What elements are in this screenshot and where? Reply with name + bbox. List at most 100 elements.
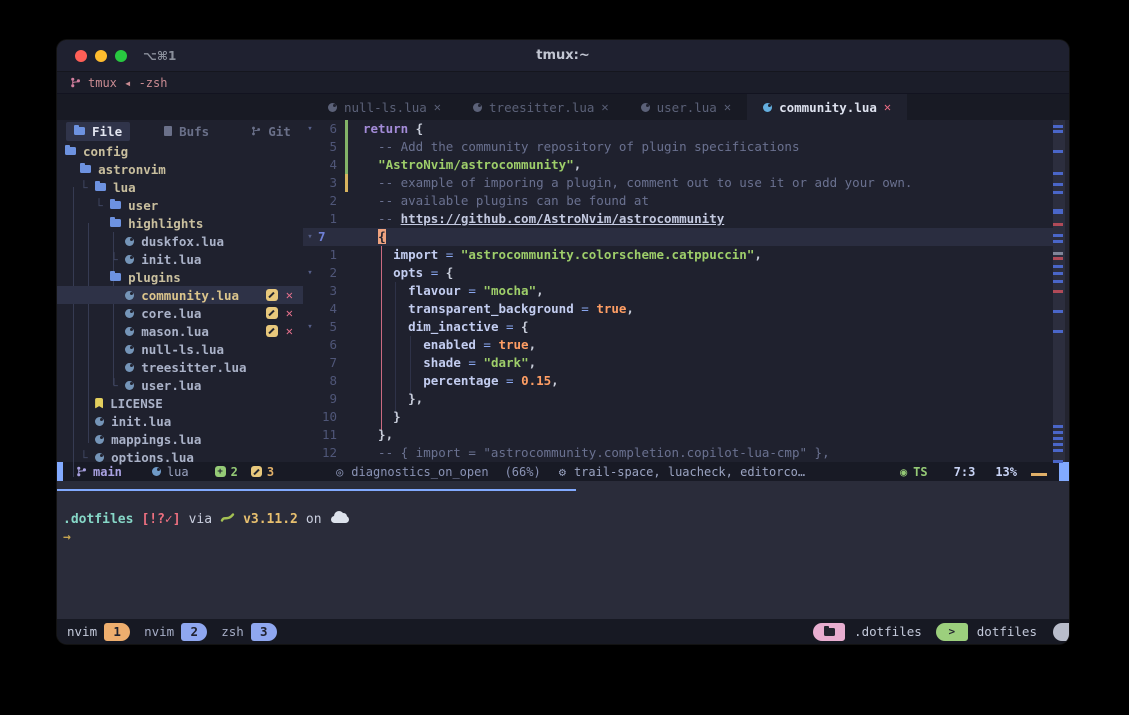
tree-item-label: options.lua <box>111 450 194 465</box>
tree-row[interactable]: mason.lua✕ <box>57 322 303 340</box>
code-line[interactable]: 3 flavour = "mocha", <box>303 282 1053 300</box>
token-u: https://github.com/AstroNvim/astrocommun… <box>401 211 725 226</box>
close-buffer-icon[interactable]: ✕ <box>434 100 441 114</box>
tmux-window-tab[interactable]: nvim1 <box>67 623 130 641</box>
sign-column <box>343 426 353 444</box>
tree-guide-prefix: └ <box>65 450 95 465</box>
code-line[interactable]: 10 } <box>303 408 1053 426</box>
code-line[interactable]: ▾6return { <box>303 120 1053 138</box>
code-text: transparent_background = true, <box>353 300 634 318</box>
tree-row[interactable]: null-ls.lua <box>57 340 303 358</box>
code-line[interactable]: 4 "AstroNvim/astrocommunity", <box>303 156 1053 174</box>
lua-file-icon <box>125 363 134 372</box>
close-file-icon[interactable]: ✕ <box>286 288 293 302</box>
tree-row[interactable]: └ lua <box>57 178 303 196</box>
folder-icon <box>110 219 121 227</box>
fold-chevron-icon[interactable]: ▾ <box>303 228 317 246</box>
tree-row[interactable]: LICENSE <box>57 394 303 412</box>
tree-row-badges: ✕ <box>266 324 293 338</box>
tmux-window-name: nvim <box>144 624 174 639</box>
tree-row[interactable]: community.lua✕ <box>57 286 303 304</box>
buffer-tabline: null-ls.lua✕treesitter.lua✕user.lua✕comm… <box>57 94 1069 120</box>
tree-row[interactable]: config <box>57 142 303 160</box>
code-line[interactable]: 7 shade = "dark", <box>303 354 1053 372</box>
code-line[interactable]: 4 transparent_background = true, <box>303 300 1053 318</box>
code-line[interactable]: 1 import = "astrocommunity.colorscheme.c… <box>303 246 1053 264</box>
tmux-session-bar[interactable]: tmux ◂ -zsh <box>57 72 1069 94</box>
code-line[interactable]: 9 }, <box>303 390 1053 408</box>
token-o: = <box>498 373 521 388</box>
line-number: 12 <box>317 444 343 462</box>
tree-row[interactable]: └ user <box>57 196 303 214</box>
fold-chevron-icon[interactable]: ▾ <box>303 318 317 336</box>
close-buffer-icon[interactable]: ✕ <box>724 100 731 114</box>
tmux-pane-border[interactable] <box>57 489 576 491</box>
code-line[interactable]: 12 -- { import = "astrocommunity.complet… <box>303 444 1053 462</box>
close-file-icon[interactable]: ✕ <box>286 306 293 320</box>
close-buffer-icon[interactable]: ✕ <box>884 100 891 114</box>
code-line[interactable]: 2 -- available plugins can be found at <box>303 192 1053 210</box>
buffer-tab[interactable]: user.lua✕ <box>625 94 747 120</box>
code-line[interactable]: 3 -- example of imporing a plugin, comme… <box>303 174 1053 192</box>
buffer-tab[interactable]: null-ls.lua✕ <box>312 94 457 120</box>
token-s: "AstroNvim/astrocommunity" <box>378 157 574 172</box>
code-line[interactable]: ▾5 dim_inactive = { <box>303 318 1053 336</box>
tree-row[interactable]: └ init.lua <box>57 250 303 268</box>
sidebar-tab-git[interactable]: Git <box>243 122 299 141</box>
buffer-tab[interactable]: treesitter.lua✕ <box>457 94 625 120</box>
tree-row-badges: ✕ <box>266 288 293 302</box>
fold-chevron-icon[interactable]: ▾ <box>303 264 317 282</box>
code-line[interactable]: 6 enabled = true, <box>303 336 1053 354</box>
tree-row[interactable]: └ options.lua <box>57 448 303 466</box>
fold-chevron-icon[interactable]: ▾ <box>303 120 317 138</box>
cloud-icon <box>331 516 349 523</box>
tree-row[interactable]: mappings.lua <box>57 430 303 448</box>
token-p <box>363 337 423 352</box>
tree-guide-prefix: └ <box>65 198 110 213</box>
tree-row[interactable]: init.lua <box>57 412 303 430</box>
status-right-cap <box>1053 623 1069 641</box>
lua-icon <box>152 467 161 476</box>
code-line[interactable]: 5 -- Add the community repository of plu… <box>303 138 1053 156</box>
scrollbar[interactable] <box>1053 120 1065 462</box>
code-line[interactable]: ▾7 { <box>303 228 1053 246</box>
tmux-window-tab[interactable]: nvim2 <box>144 623 207 641</box>
close-buffer-icon[interactable]: ✕ <box>601 100 608 114</box>
formatters-list: trail-space, luacheck, editorco… <box>574 465 805 479</box>
tree-row[interactable]: duskfox.lua <box>57 232 303 250</box>
sidebar-tab-file[interactable]: File <box>66 122 130 141</box>
scrollbar-mark <box>1053 280 1063 283</box>
line-number: 7 <box>317 354 343 372</box>
tree-row[interactable]: └ user.lua <box>57 376 303 394</box>
code-line[interactable]: 11 }, <box>303 426 1053 444</box>
tmux-window-tab[interactable]: zsh3 <box>221 623 277 641</box>
sidebar-tab-bufs[interactable]: Bufs <box>156 122 217 141</box>
tree-row[interactable]: core.lua✕ <box>57 304 303 322</box>
token-p <box>363 157 378 172</box>
tree-row[interactable]: plugins <box>57 268 303 286</box>
code-text: shade = "dark", <box>353 354 536 372</box>
tmux-window-index: 3 <box>251 623 277 641</box>
tree-row[interactable]: treesitter.lua <box>57 358 303 376</box>
sign-column <box>343 318 353 336</box>
close-file-icon[interactable]: ✕ <box>286 324 293 338</box>
scrollbar-mark <box>1053 183 1063 186</box>
tmux-status-bar: nvim1nvim2zsh3 .dotfiles>dotfiles <box>57 619 1069 644</box>
code-line[interactable]: 1 -- https://github.com/AstroNvim/astroc… <box>303 210 1053 228</box>
code-text: enabled = true, <box>353 336 536 354</box>
token-c: -- <box>363 211 401 226</box>
cursor-block: { <box>378 229 386 244</box>
buffer-tab[interactable]: community.lua✕ <box>747 94 907 120</box>
code-line[interactable]: 8 percentage = 0.15, <box>303 372 1053 390</box>
prompt-input-line[interactable]: → <box>63 529 349 547</box>
line-number: 3 <box>317 174 343 192</box>
token-c: -- Add the community repository of plugi… <box>363 139 800 154</box>
code-editor[interactable]: ▾6return {5 -- Add the community reposit… <box>303 120 1053 462</box>
zsh-pane[interactable]: .dotfiles[!?✓]viav3.11.2on → <box>63 511 349 547</box>
tree-row[interactable]: astronvim <box>57 160 303 178</box>
lua-icon <box>641 103 650 112</box>
code-text: import = "astrocommunity.colorscheme.cat… <box>353 246 762 264</box>
tree-row[interactable]: highlights <box>57 214 303 232</box>
folder-icon <box>80 165 91 173</box>
code-line[interactable]: ▾2 opts = { <box>303 264 1053 282</box>
